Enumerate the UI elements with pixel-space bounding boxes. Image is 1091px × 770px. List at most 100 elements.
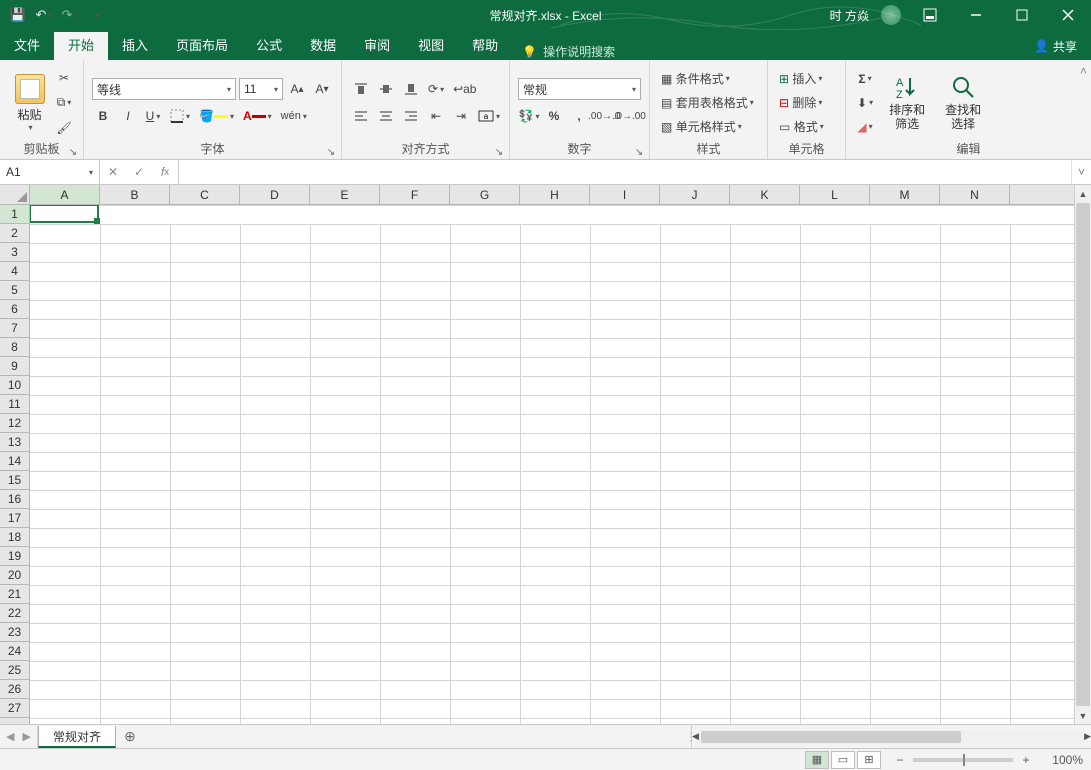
- row-header[interactable]: 4: [0, 262, 29, 281]
- tab-data[interactable]: 数据: [296, 32, 350, 60]
- column-header[interactable]: L: [800, 185, 870, 204]
- ribbon-options-icon[interactable]: [913, 0, 947, 30]
- font-launcher-icon[interactable]: ↘: [325, 145, 337, 157]
- tab-formulas[interactable]: 公式: [242, 32, 296, 60]
- align-bottom-button[interactable]: [400, 78, 422, 100]
- sort-filter-button[interactable]: AZ 排序和筛选: [882, 70, 932, 134]
- align-top-button[interactable]: [350, 78, 372, 100]
- sheet-next-icon[interactable]: ▶: [22, 730, 30, 743]
- underline-button[interactable]: U▾: [142, 105, 164, 127]
- find-select-button[interactable]: 查找和选择: [938, 70, 988, 134]
- paste-button[interactable]: 粘贴 ▾: [8, 74, 51, 132]
- row-header[interactable]: 20: [0, 566, 29, 585]
- redo-icon[interactable]: ↷▾: [62, 7, 78, 23]
- tell-me[interactable]: 💡 操作说明搜索: [512, 43, 625, 60]
- fill-color-button[interactable]: 🪣▾: [196, 105, 237, 127]
- chevron-down-icon[interactable]: ▾: [274, 85, 278, 94]
- increase-indent-button[interactable]: ⇥: [450, 105, 472, 127]
- zoom-slider[interactable]: [913, 758, 1013, 762]
- page-break-view-button[interactable]: ⊞: [857, 751, 881, 769]
- conditional-format-button[interactable]: ▦ 条件格式▾: [658, 68, 759, 90]
- column-header[interactable]: K: [730, 185, 800, 204]
- comma-button[interactable]: ,: [568, 105, 590, 127]
- row-header[interactable]: 6: [0, 300, 29, 319]
- page-layout-view-button[interactable]: ▭: [831, 751, 855, 769]
- column-header[interactable]: I: [590, 185, 660, 204]
- cell-styles-button[interactable]: ▧ 单元格样式▾: [658, 116, 759, 138]
- collapse-ribbon-icon[interactable]: ˄: [1080, 64, 1087, 78]
- scroll-thumb[interactable]: [701, 731, 961, 743]
- shrink-font-button[interactable]: A▾: [311, 78, 333, 100]
- row-header[interactable]: 26: [0, 680, 29, 699]
- row-header[interactable]: 9: [0, 357, 29, 376]
- chevron-down-icon[interactable]: ▾: [632, 85, 636, 94]
- italic-button[interactable]: I: [117, 105, 139, 127]
- row-header[interactable]: 7: [0, 319, 29, 338]
- tab-view[interactable]: 视图: [404, 32, 458, 60]
- percent-button[interactable]: %: [543, 105, 565, 127]
- row-header[interactable]: 24: [0, 642, 29, 661]
- row-header[interactable]: 3: [0, 243, 29, 262]
- column-header[interactable]: C: [170, 185, 240, 204]
- name-box[interactable]: A1▾: [0, 160, 100, 184]
- minimize-button[interactable]: [959, 0, 993, 30]
- scroll-down-icon[interactable]: ▼: [1075, 707, 1091, 724]
- row-header[interactable]: 23: [0, 623, 29, 642]
- bold-button[interactable]: B: [92, 105, 114, 127]
- clipboard-launcher-icon[interactable]: ↘: [67, 145, 79, 157]
- tab-file[interactable]: 文件: [0, 32, 54, 60]
- column-header[interactable]: G: [450, 185, 520, 204]
- row-header[interactable]: 19: [0, 547, 29, 566]
- chevron-down-icon[interactable]: ▾: [89, 168, 93, 177]
- copy-button[interactable]: ⧉▾: [53, 92, 75, 114]
- number-launcher-icon[interactable]: ↘: [633, 145, 645, 157]
- zoom-out-button[interactable]: −: [893, 753, 907, 767]
- tab-review[interactable]: 审阅: [350, 32, 404, 60]
- close-button[interactable]: [1051, 0, 1085, 30]
- selected-cell[interactable]: [30, 205, 99, 223]
- row-header[interactable]: 14: [0, 452, 29, 471]
- insert-cells-button[interactable]: ⊞ 插入▾: [776, 68, 837, 90]
- cut-button[interactable]: ✂: [53, 67, 75, 89]
- font-size-combo[interactable]: 11▾: [239, 78, 283, 100]
- column-header[interactable]: H: [520, 185, 590, 204]
- formula-input[interactable]: [179, 160, 1071, 184]
- expand-formula-bar-icon[interactable]: ˅: [1071, 160, 1091, 184]
- merge-center-button[interactable]: a▾: [475, 105, 503, 127]
- align-right-button[interactable]: [400, 105, 422, 127]
- align-center-button[interactable]: [375, 105, 397, 127]
- row-header[interactable]: 2: [0, 224, 29, 243]
- table-format-button[interactable]: ▤ 套用表格格式▾: [658, 92, 759, 114]
- cells-area[interactable]: [30, 205, 1074, 724]
- orientation-button[interactable]: ⟳▾: [425, 78, 447, 100]
- row-header[interactable]: 10: [0, 376, 29, 395]
- cancel-formula-button[interactable]: ✕: [100, 165, 126, 179]
- format-painter-button[interactable]: 🖌: [53, 117, 75, 139]
- tab-layout[interactable]: 页面布局: [162, 32, 242, 60]
- row-header[interactable]: 22: [0, 604, 29, 623]
- column-header[interactable]: F: [380, 185, 450, 204]
- delete-cells-button[interactable]: ⊟ 删除▾: [776, 92, 837, 114]
- fill-button[interactable]: ⬇▾: [854, 92, 876, 114]
- maximize-button[interactable]: [1005, 0, 1039, 30]
- horizontal-scrollbar[interactable]: ◀ ▶: [691, 725, 1091, 748]
- clear-button[interactable]: ◢▾: [854, 116, 876, 138]
- sheet-prev-icon[interactable]: ◀: [6, 730, 14, 743]
- row-header[interactable]: 27: [0, 699, 29, 718]
- phonetic-button[interactable]: wén▾: [278, 105, 310, 127]
- add-sheet-button[interactable]: ⊕: [116, 725, 144, 748]
- row-header[interactable]: 21: [0, 585, 29, 604]
- scroll-left-icon[interactable]: ◀: [692, 728, 699, 745]
- enter-formula-button[interactable]: ✓: [126, 165, 152, 179]
- column-header[interactable]: D: [240, 185, 310, 204]
- increase-decimal-button[interactable]: .00→.0: [593, 105, 616, 127]
- row-header[interactable]: 1: [0, 205, 29, 224]
- save-icon[interactable]: 💾: [10, 7, 26, 23]
- zoom-in-button[interactable]: +: [1019, 753, 1033, 767]
- scroll-right-icon[interactable]: ▶: [1084, 728, 1091, 745]
- column-header[interactable]: B: [100, 185, 170, 204]
- row-header[interactable]: 17: [0, 509, 29, 528]
- vertical-scrollbar[interactable]: ▲ ▼: [1074, 185, 1091, 724]
- sheet-tab[interactable]: 常规对齐: [38, 726, 116, 748]
- chevron-down-icon[interactable]: ▾: [227, 85, 231, 94]
